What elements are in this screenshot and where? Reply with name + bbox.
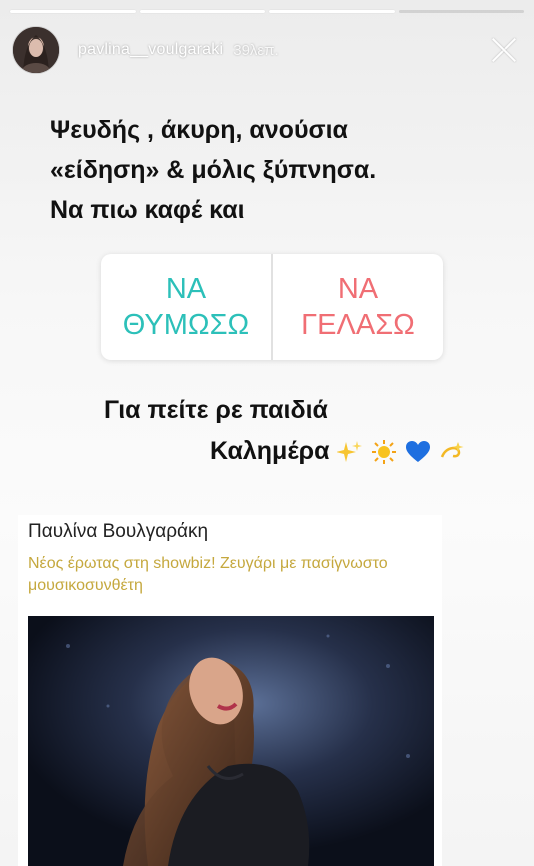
poll-option-gelaso[interactable]: ΝΑ ΓΕΛΑΣΩ: [273, 254, 443, 360]
story-progress-bar: [10, 10, 524, 13]
story-text-line: Ψευδής , άκυρη, ανούσια: [50, 116, 348, 144]
greeting-line: Για πείτε ρε παιδιά: [104, 396, 328, 424]
progress-segment: [398, 10, 524, 13]
sun-icon: [372, 439, 397, 464]
story-header: pavlina__voulgaraki 39λεπ.: [12, 26, 522, 74]
dizzy-icon: [441, 441, 464, 457]
progress-segment: [269, 10, 395, 13]
article-photo: [28, 616, 434, 866]
greeting-word: Καλημέρα: [210, 437, 330, 465]
poll-option-label: ΝΑ: [165, 273, 207, 305]
poll-option-label: ΝΑ: [337, 273, 379, 305]
close-icon[interactable]: [490, 36, 518, 64]
poll-sticker: ΝΑ ΘΥΜΩΣΩ ΝΑ ΓΕΛΑΣΩ: [101, 254, 443, 360]
article-headline: Νέος έρωτας στη showbiz! Ζευγάρι με πασί…: [28, 555, 388, 594]
blue-heart-icon: [406, 440, 431, 462]
post-time: 39λεπ.: [233, 41, 279, 59]
avatar[interactable]: [12, 26, 60, 74]
progress-segment: [139, 10, 265, 13]
username[interactable]: pavlina__voulgaraki: [78, 41, 223, 59]
progress-segment: [10, 10, 136, 13]
sparkles-icon: [337, 440, 363, 462]
story-text: Ψευδής , άκυρη, ανούσια «είδηση» & μόλις…: [50, 110, 490, 230]
poll-option-label: ΘΥΜΩΣΩ: [122, 309, 250, 341]
poll-option-thymoso[interactable]: ΝΑ ΘΥΜΩΣΩ: [101, 254, 271, 360]
concert-photo-image: [28, 616, 434, 866]
article-screenshot-card: Παυλίνα Βουλγαράκη Νέος έρωτας στη showb…: [18, 515, 442, 866]
greeting-row: Καλημέρα: [210, 437, 465, 466]
article-author: Παυλίνα Βουλγαράκη: [28, 521, 209, 542]
story-text-line: Να πιω καφέ και: [50, 196, 245, 224]
story-text-line: «είδηση» & μόλις ξύπνησα.: [50, 156, 377, 184]
poll-option-label: ΓΕΛΑΣΩ: [301, 309, 415, 341]
